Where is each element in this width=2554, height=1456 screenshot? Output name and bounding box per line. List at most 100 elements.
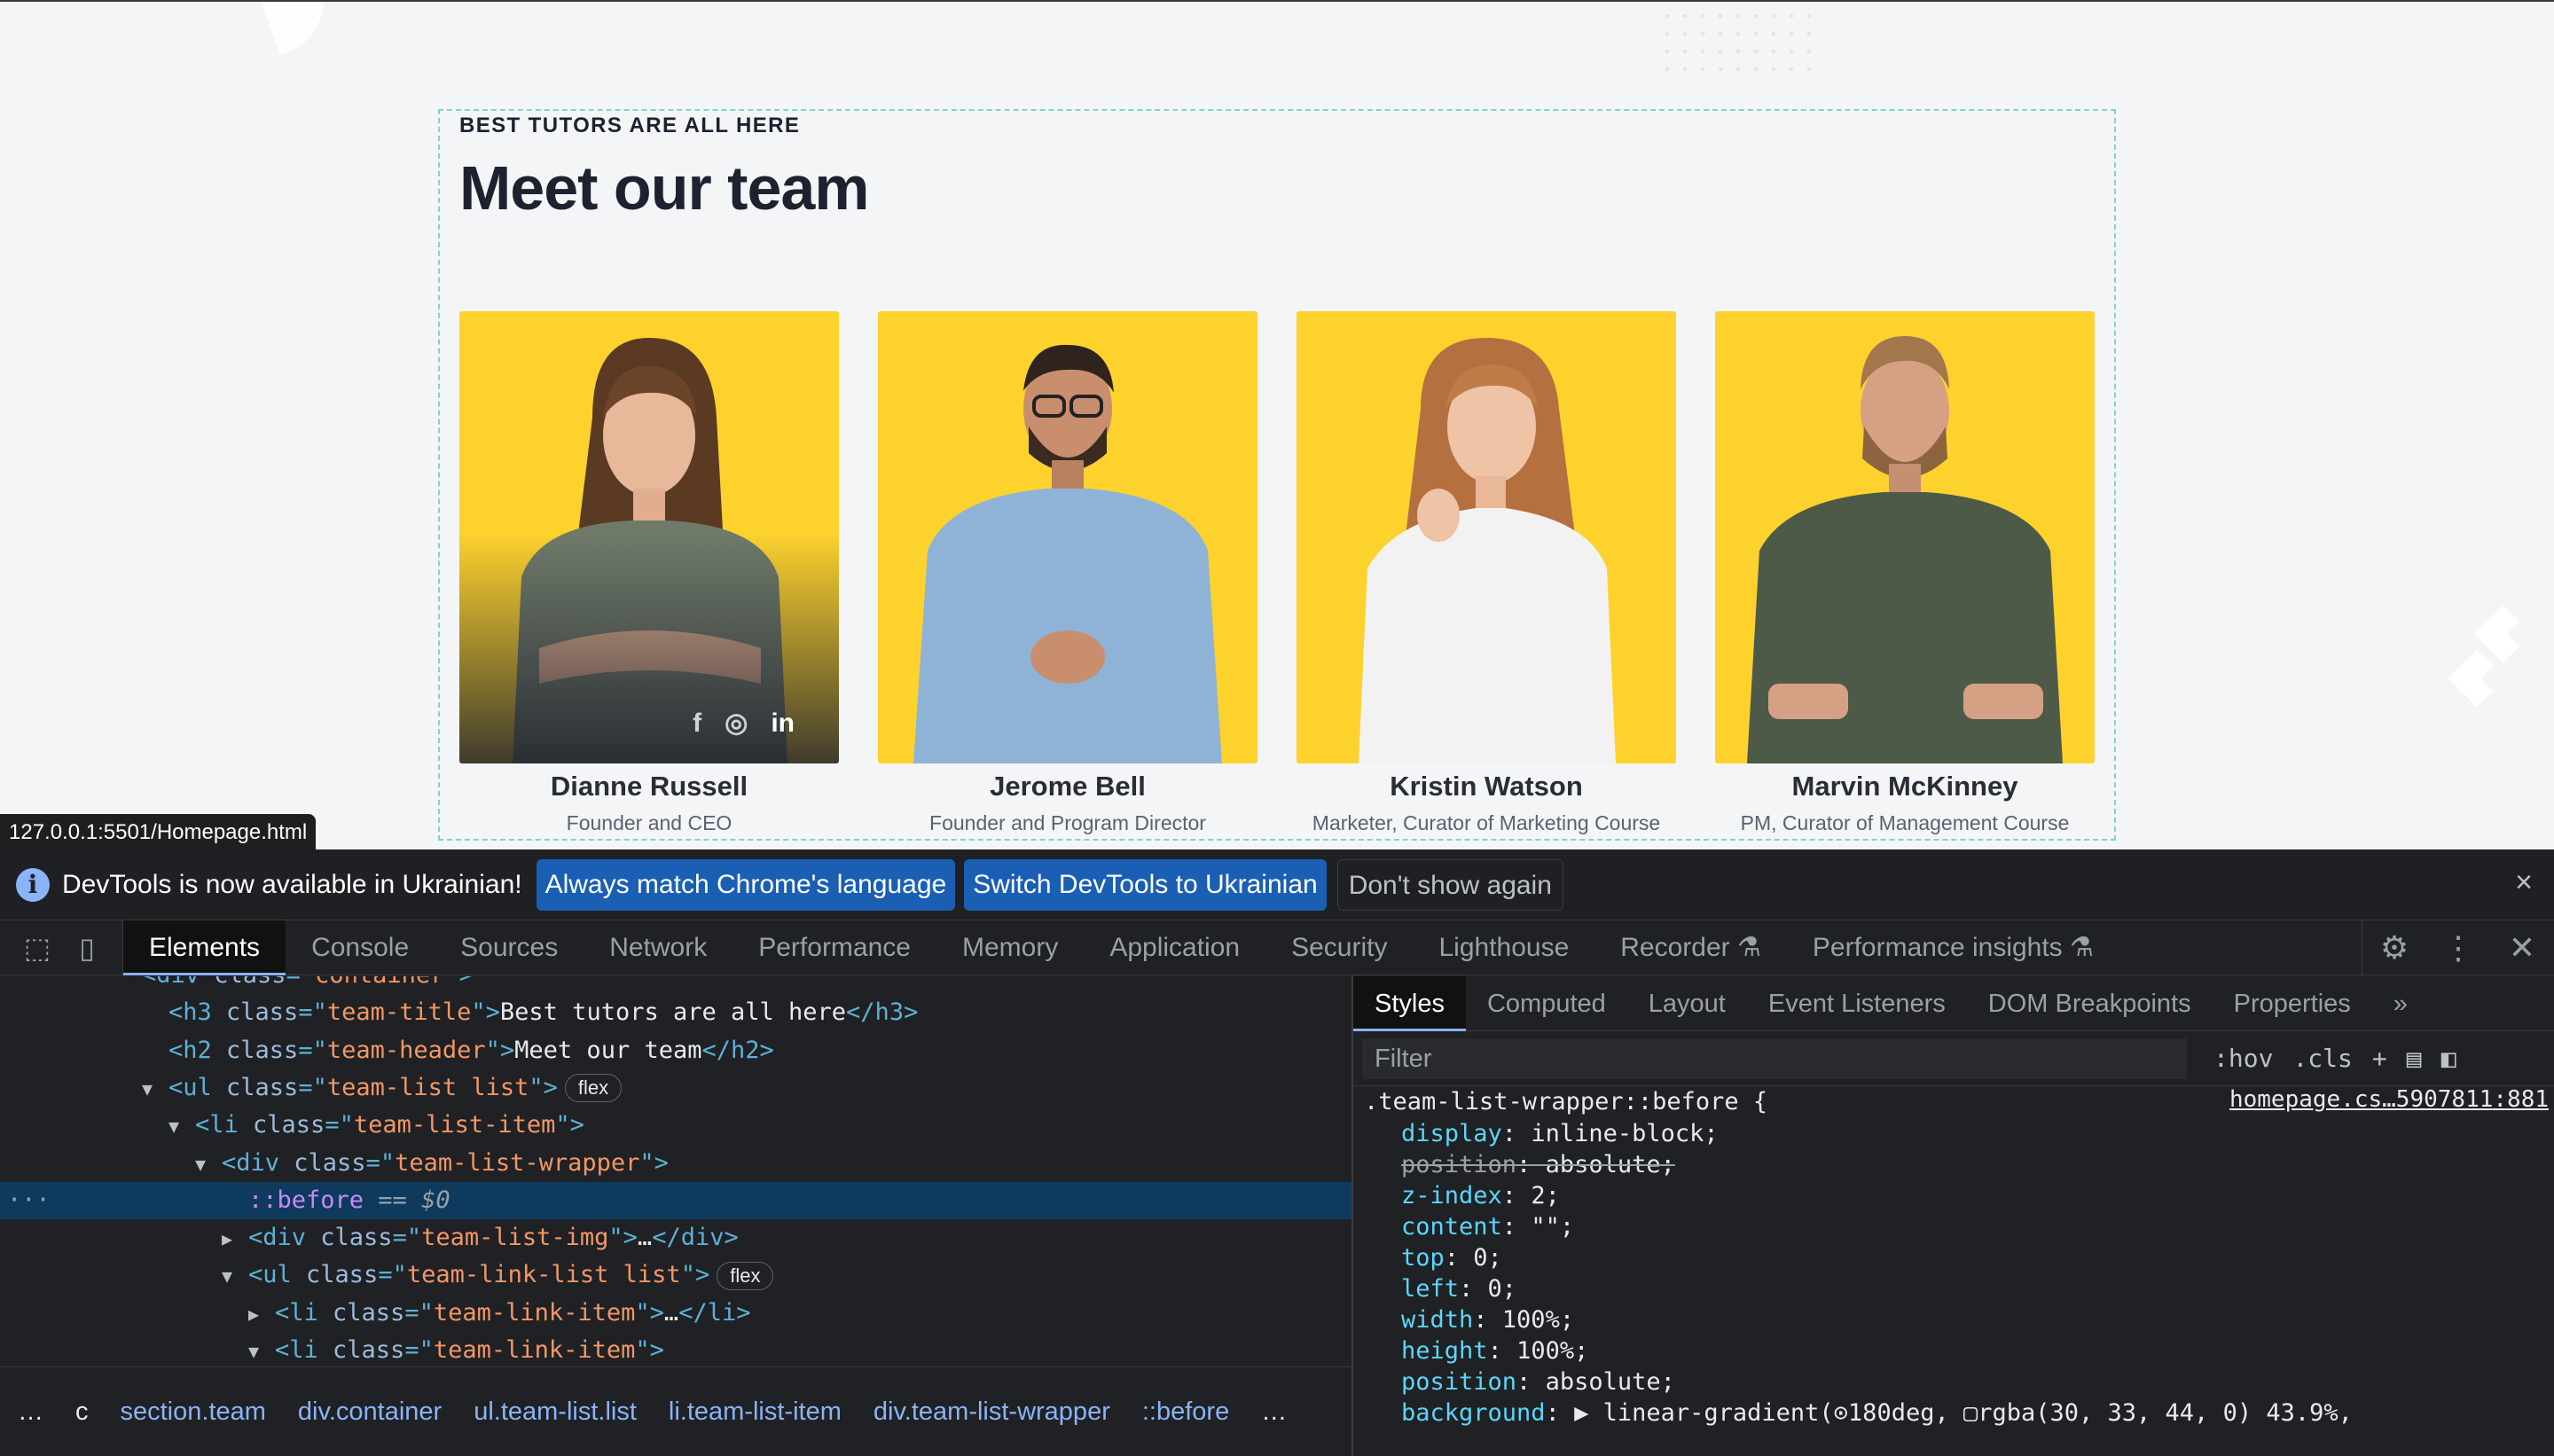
match-language-button[interactable]: Always match Chrome's language	[536, 858, 956, 911]
tab-security[interactable]: Security	[1265, 920, 1413, 975]
sidebar-tab-more[interactable]: »	[2372, 976, 2429, 1031]
sidebar-tab-event-listeners[interactable]: Event Listeners	[1747, 976, 1967, 1031]
team-card[interactable]: Marvin McKinney PM, Curator of Managemen…	[1715, 311, 2095, 835]
css-property[interactable]: display	[1401, 1120, 1502, 1147]
breadcrumb-item[interactable]: section.team	[121, 1397, 266, 1427]
toggle-sidebar-icon[interactable]: ◧	[2441, 1044, 2456, 1073]
tab-performance-insights[interactable]: Performance insights ⚗	[1787, 920, 2119, 975]
breadcrumb-item[interactable]: li.team-list-item	[669, 1397, 842, 1427]
team-card[interactable]: Kristin Watson Marketer, Curator of Mark…	[1297, 311, 1676, 835]
linkedin-icon[interactable]: in	[771, 708, 795, 739]
collapse-triangle-icon[interactable]: ▼	[248, 1333, 275, 1366]
team-card[interactable]: f ◎ in Dianne Russell Founder and CEO	[459, 311, 839, 835]
dom-node-selected[interactable]: ···::before == $0	[0, 1181, 1351, 1219]
paint-icon[interactable]: ▤	[2407, 1044, 2422, 1073]
tab-recorder[interactable]: Recorder ⚗	[1594, 920, 1787, 975]
breadcrumb-item[interactable]: ::before	[1142, 1397, 1229, 1427]
flex-badge[interactable]: flex	[717, 1261, 774, 1290]
tab-elements[interactable]: Elements	[123, 920, 286, 975]
tab-lighthouse[interactable]: Lighthouse	[1413, 920, 1594, 975]
css-value[interactable]: 0;	[1473, 1244, 1502, 1272]
css-value[interactable]: 0;	[1488, 1275, 1517, 1303]
flex-badge[interactable]: flex	[564, 1074, 623, 1103]
collapse-triangle-icon[interactable]: ▼	[222, 1257, 248, 1295]
new-rule-icon[interactable]: +	[2372, 1044, 2387, 1073]
css-property[interactable]: position	[1401, 1151, 1516, 1178]
team-card[interactable]: Jerome Bell Founder and Program Director	[878, 311, 1257, 835]
team-photo[interactable]	[1297, 311, 1676, 763]
tab-application[interactable]: Application	[1084, 920, 1265, 975]
collapse-triangle-icon[interactable]: ▼	[168, 1108, 195, 1145]
css-declaration[interactable]: z-index: 2;	[1353, 1180, 2554, 1211]
sidebar-tab-layout[interactable]: Layout	[1627, 976, 1747, 1031]
dom-node[interactable]: ▼ <li class="team-list-item">	[0, 1107, 1351, 1144]
breadcrumb-item[interactable]: c	[75, 1397, 89, 1427]
breadcrumb-item[interactable]: …	[18, 1397, 43, 1427]
css-property[interactable]: content	[1401, 1213, 1502, 1241]
tab-sources[interactable]: Sources	[435, 920, 584, 975]
expand-triangle-icon[interactable]: ▶	[248, 1296, 275, 1333]
css-declaration[interactable]: display: inline-block;	[1353, 1118, 2554, 1149]
css-declaration[interactable]: left: 0;	[1353, 1273, 2554, 1304]
inspect-element-icon[interactable]: ⬚	[20, 930, 55, 966]
breadcrumb-item[interactable]: …	[1261, 1397, 1287, 1427]
sidebar-tab-properties[interactable]: Properties	[2213, 976, 2372, 1031]
dom-node[interactable]: <h2 class="team-header">Meet our team</h…	[0, 1032, 1351, 1069]
close-icon[interactable]: ✕	[2490, 929, 2554, 967]
css-property[interactable]: z-index	[1401, 1182, 1502, 1209]
dom-node[interactable]: ▼ <ul class="team-link-list list"> flex	[0, 1256, 1351, 1294]
tab-performance[interactable]: Performance	[733, 920, 936, 975]
more-icon[interactable]: ···	[7, 1182, 51, 1219]
css-value[interactable]: absolute;	[1546, 1151, 1675, 1178]
gear-icon[interactable]: ⚙	[2362, 929, 2426, 967]
team-photo[interactable]: f ◎ in	[459, 311, 839, 763]
sidebar-tab-dom-breakpoints[interactable]: DOM Breakpoints	[1967, 976, 2213, 1031]
more-options-icon[interactable]: ⋮	[2426, 929, 2490, 967]
dom-node[interactable]: ▼ <li class="team-link-item">	[0, 1332, 1351, 1366]
sidebar-tab-computed[interactable]: Computed	[1466, 976, 1627, 1031]
styles-filter-input[interactable]: Filter	[1362, 1037, 2187, 1079]
css-declaration[interactable]: content: "";	[1353, 1211, 2554, 1242]
tab-console[interactable]: Console	[286, 920, 435, 975]
breadcrumb-item[interactable]: div.container	[298, 1397, 442, 1427]
sidebar-tab-styles[interactable]: Styles	[1353, 975, 1466, 1031]
breadcrumb-item[interactable]: ul.team-list.list	[474, 1397, 637, 1427]
dom-node[interactable]: ▶ <li class="team-link-item">…</li>	[0, 1295, 1351, 1332]
breadcrumb-item[interactable]: div.team-list-wrapper	[874, 1397, 1110, 1427]
css-declaration[interactable]: height: 100%;	[1353, 1335, 2554, 1366]
tab-memory[interactable]: Memory	[936, 920, 1084, 975]
css-property[interactable]: top	[1401, 1244, 1445, 1272]
close-icon[interactable]: ×	[2515, 865, 2533, 900]
class-toggle[interactable]: .cls	[2292, 1044, 2352, 1073]
dom-node[interactable]: ▼ <ul class="team-list list"> flex	[0, 1069, 1351, 1107]
team-photo[interactable]	[1715, 311, 2095, 763]
css-value[interactable]: inline-block;	[1531, 1120, 1718, 1147]
css-value[interactable]: 100%;	[1502, 1306, 1574, 1334]
css-declaration[interactable]: width: 100%;	[1353, 1304, 2554, 1335]
hover-state-toggle[interactable]: :hov	[2213, 1044, 2273, 1073]
switch-language-button[interactable]: Switch DevTools to Ukrainian	[964, 858, 1327, 911]
dom-node[interactable]: <h3 class="team-title">Best tutors are a…	[0, 994, 1351, 1031]
css-value[interactable]: 100%;	[1516, 1337, 1588, 1365]
collapse-triangle-icon[interactable]: ▼	[142, 1070, 168, 1108]
css-property[interactable]: background	[1401, 1399, 1546, 1427]
css-declaration[interactable]: position: absolute;	[1353, 1149, 2554, 1180]
dom-node[interactable]: ▶ <div class="team-list-img">…</div>	[0, 1219, 1351, 1256]
css-property[interactable]: left	[1401, 1275, 1459, 1303]
team-photo[interactable]	[878, 311, 1257, 763]
css-property[interactable]: height	[1401, 1337, 1488, 1365]
dom-node[interactable]: ▼ <div class="team-list-wrapper">	[0, 1145, 1351, 1182]
css-property[interactable]: width	[1401, 1306, 1473, 1334]
expand-triangle-icon[interactable]: ▶	[222, 1220, 248, 1257]
css-value[interactable]: "";	[1531, 1213, 1574, 1241]
elements-tree[interactable]: <div class="container"><h3 class="team-t…	[0, 976, 1351, 1366]
css-property[interactable]: position	[1401, 1368, 1516, 1396]
css-value[interactable]: 2;	[1531, 1182, 1560, 1209]
css-declaration[interactable]: background: ▶ linear-gradient(⊙180deg, ▢…	[1353, 1397, 2554, 1429]
css-value[interactable]: absolute;	[1546, 1368, 1675, 1396]
device-toolbar-icon[interactable]: ▯	[69, 930, 105, 966]
dom-node[interactable]: <div class="container">	[0, 976, 1351, 994]
css-declaration[interactable]: top: 0;	[1353, 1242, 2554, 1273]
dont-show-again-button[interactable]: Don't show again	[1336, 858, 1563, 911]
css-declaration[interactable]: position: absolute;	[1353, 1366, 2554, 1397]
